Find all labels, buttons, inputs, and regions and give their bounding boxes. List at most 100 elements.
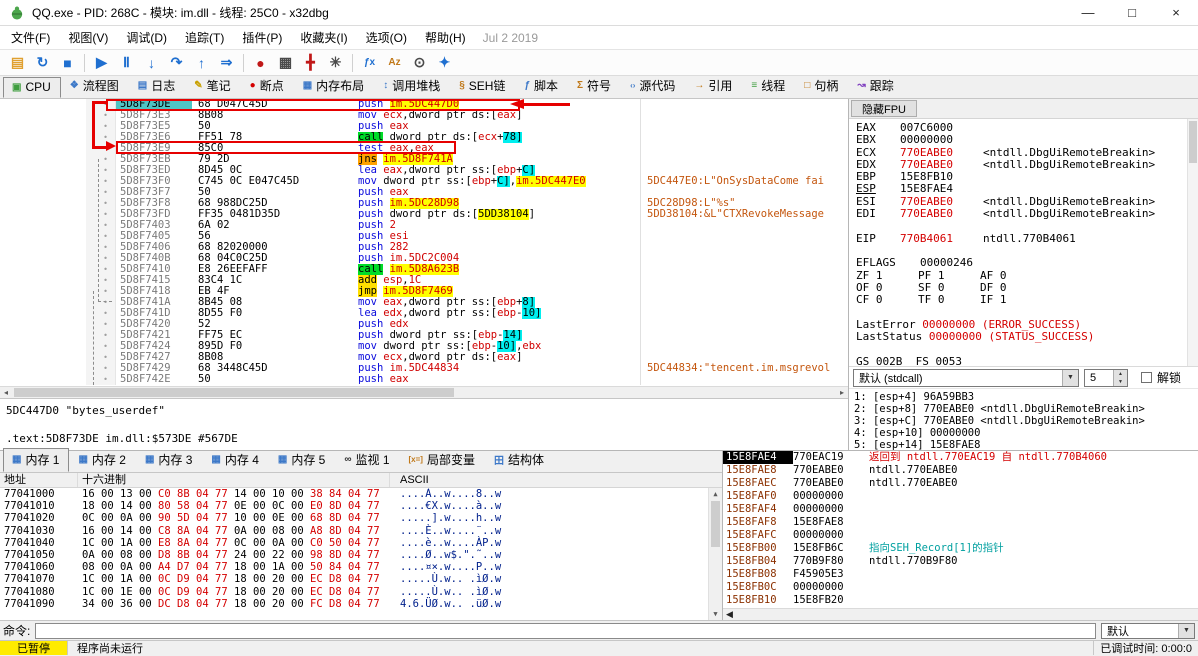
dump-row[interactable]: 77041050 0A 00 08 00 D8 8B 04 77 24 00 22 00 98 8D 04 77… [0,549,722,561]
disasm-row[interactable]: • 5D8F73E6 FF51 78 call dword ptr ds:[ecx+7… [0,132,848,143]
scroll-left-icon[interactable]: ◂ [0,387,12,398]
breakpoint-gutter[interactable]: • [86,209,116,220]
dump-row[interactable]: 77041080 1C 00 1E 00 0C D9 04 77 18 00 20 00 EC D8 04 77… [0,586,722,598]
breakpoint-gutter[interactable]: • [86,198,116,209]
az-icon[interactable]: Az [382,52,407,74]
unlock-checkbox[interactable] [1141,372,1152,383]
breakpoint-gutter[interactable]: • [86,132,116,143]
disasm-row[interactable]: • 5D8F73E9 85C0 test eax,eax [0,143,848,154]
tab-mem1[interactable]: ▦ 内存 1 [3,448,70,472]
stack-row[interactable]: 15E8FAF0 00000000 [723,490,1198,503]
fx-icon[interactable]: ƒx [357,52,382,74]
comment-icon[interactable]: ✦ [432,52,457,74]
disasm-row[interactable]: • 5D8F73F8 68 988DC25D push im.5DC28D98 5DC2… [0,198,848,209]
menu-help[interactable]: 帮助(H) [416,26,475,49]
memory-map-icon[interactable]: ▦ [273,52,298,74]
dump-view[interactable]: 77041000 16 00 13 00 C0 8B 04 77 14 00 10 00 38 84 04 77… [0,488,722,620]
spinner-arrows-icon[interactable]: ▲ ▼ [1113,369,1127,386]
tab-handles[interactable]: □ 句柄 [795,74,848,98]
tab-source[interactable]: ‹› 源代码 [621,74,685,98]
stack-row[interactable]: 15E8FB0C 00000000 [723,581,1198,594]
scroll-down-icon[interactable]: ▼ [709,608,722,620]
maximize-button[interactable]: □ [1110,0,1154,25]
restart-icon[interactable]: ↻ [30,52,55,74]
patches-icon[interactable]: ╋ [298,52,323,74]
register-row[interactable]: LastStatus 00000000 (STATUS_SUCCESS) [856,330,1198,343]
flags-row[interactable]: OF 0 SF 0 DF 0 [856,281,1198,294]
breakpoint-gutter[interactable]: • [86,297,116,308]
dump-row[interactable]: 77041060 08 00 0A 00 A4 D7 04 77 18 00 1A 00 50 84 04 77… [0,561,722,573]
arguments-view[interactable]: 1: [esp+4] 96A59BB3 2: [esp+8] 770EABE0 <… [849,388,1198,450]
tab-references[interactable]: → 引用 [685,74,742,98]
dump-vertical-scrollbar[interactable]: ▲ ▼ [708,488,722,620]
stack-row[interactable]: 15E8FB10 15E8FB20 [723,594,1198,607]
argument-row[interactable]: 2: [esp+8] 770EABE0 <ntdll.DbgUiRemoteBr… [854,403,1198,415]
chevron-down-icon[interactable]: ▼ [1062,369,1078,386]
menu-options[interactable]: 选项(O) [357,26,416,49]
tab-cpu[interactable]: ▣ CPU [3,77,61,98]
stack-row[interactable]: 15E8FB04 770B9F80 ntdll.770B9F80 [723,555,1198,568]
pause-icon[interactable]: Ⅱ [114,52,139,74]
dump-row[interactable]: 77041020 0C 00 0A 00 90 5D 04 77 10 00 0E 00 68 8D 04 77… [0,512,722,524]
stack-row[interactable]: 15E8FAE8 770EABE0 ntdll.770EABE0 [723,464,1198,477]
tab-watch1[interactable]: ∞ 监视 1 [335,448,399,472]
tab-symbols[interactable]: Σ 符号 [568,74,621,98]
dump-row[interactable]: 77041010 18 00 14 00 80 58 04 77 0E 00 0C 00 E0 8D 04 77… [0,500,722,512]
disasm-row[interactable]: • 5D8F7424 895D F0 mov dword ptr ss:[ebp-10… [0,341,848,352]
breakpoint-gutter[interactable]: • [86,352,116,363]
menu-favourites[interactable]: 收藏夹(I) [291,26,356,49]
tab-locals[interactable]: [x=] 局部变量 [400,448,485,472]
dump-row[interactable]: 77041090 34 00 36 00 DC D8 04 77 18 00 20 00 FC D8 04 77… [0,598,722,610]
registers-view[interactable]: EAX 007C6000 EBX 00000000 ECX 770EABE0 <ntdll.… [849,119,1198,366]
scroll-left-icon[interactable]: ◀ [726,609,733,620]
registers-scrollbar[interactable] [1187,119,1198,366]
register-row[interactable]: EFLAGS 00000246 [856,256,1198,269]
stack-view[interactable]: 15E8FAE4 770EAC19 返回到 ntdll.770EAC19 自 ntd… [723,451,1198,608]
disasm-row[interactable]: • 5D8F73EB 79 2D jns im.5D8F741A [0,154,848,165]
settings-icon[interactable]: ✳ [323,52,348,74]
breakpoint-gutter[interactable]: • [86,220,116,231]
register-row[interactable]: EDI 770EABE0 <ntdll.DbgUiRemoteBreakin> [856,207,1198,220]
open-folder-icon[interactable]: ▤ [5,52,30,74]
scroll-right-icon[interactable]: ▸ [836,387,848,398]
disasm-row[interactable]: • 5D8F7410 E8 26EEFAFF call im.5D8A623B [0,264,848,275]
stack-row[interactable]: 15E8FAF4 00000000 [723,503,1198,516]
stack-row[interactable]: 15E8FAF8 15E8FAE8 [723,516,1198,529]
menu-file[interactable]: 文件(F) [2,26,59,49]
argument-row[interactable]: 5: [esp+14] 15E8FAE8 [854,439,1198,450]
flags-row[interactable]: ZF 1 PF 1 AF 0 [856,269,1198,282]
disasm-row[interactable]: • 5D8F73E3 8B08 mov ecx,dword ptr ds:[eax] [0,110,848,121]
disasm-row[interactable]: • 5D8F7415 83C4 1C add esp,1C [0,275,848,286]
stack-row[interactable]: 15E8FAFC 00000000 [723,529,1198,542]
step-out-icon[interactable]: ↑ [189,52,214,74]
scrollbar-thumb[interactable] [1189,121,1197,163]
breakpoints-icon[interactable]: ● [248,52,273,74]
disasm-row[interactable]: • 5D8F73E5 50 push eax [0,121,848,132]
disasm-row[interactable]: • 5D8F7418 EB 4F jmp im.5D8F7469 [0,286,848,297]
tab-mem4[interactable]: ▦ 内存 4 [202,448,268,472]
breakpoint-gutter[interactable]: • [86,165,116,176]
breakpoint-gutter[interactable]: • [86,374,116,385]
breakpoint-gutter[interactable]: • [86,154,116,165]
step-into-icon[interactable]: ↓ [139,52,164,74]
minimize-button[interactable]: — [1066,0,1110,25]
tab-graph[interactable]: ❖ 流程图 [61,74,129,98]
disasm-row[interactable]: • 5D8F73FD FF35 0481D35D push dword ptr ds:… [0,209,848,220]
stack-row[interactable]: 15E8FAEC 770EABE0 ntdll.770EABE0 [723,477,1198,490]
disasm-row[interactable]: • 5D8F73DE 68 D047C45D push im.5DC447D0 [0,99,848,110]
stack-row[interactable]: 15E8FAE4 770EAC19 返回到 ntdll.770EAC19 自 ntd… [723,451,1198,464]
calling-convention-select[interactable]: 默认 (stdcall) ▼ [853,368,1079,387]
disasm-horizontal-scrollbar[interactable]: ◂ ▸ [0,386,848,398]
tab-script[interactable]: ƒ 脚本 [515,74,568,98]
breakpoint-gutter[interactable]: • [86,308,116,319]
tab-breakpoints[interactable]: ● 断点 [241,74,294,98]
breakpoint-gutter[interactable]: • [86,286,116,297]
scrollbar-thumb[interactable] [14,388,454,397]
tab-seh[interactable]: § SEH链 [450,74,515,98]
disasm-row[interactable]: • 5D8F7421 FF75 EC push dword ptr ss:[ebp-1… [0,330,848,341]
argument-row[interactable]: 4: [esp+10] 00000000 [854,427,1198,439]
disasm-row[interactable]: • 5D8F73ED 8D45 0C lea eax,dword ptr ss:[eb… [0,165,848,176]
stop-icon[interactable]: ■ [55,52,80,74]
tab-mem3[interactable]: ▦ 内存 3 [136,448,202,472]
step-over-icon[interactable]: ↷ [164,52,189,74]
